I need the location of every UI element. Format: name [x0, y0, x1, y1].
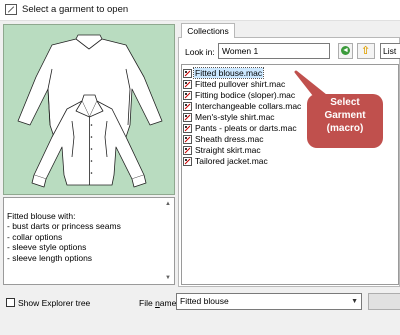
macro-file-icon — [183, 124, 192, 134]
scroll-up-arrow-icon[interactable]: ▲ — [163, 199, 173, 209]
up-folder-icon: ⇧ — [361, 45, 371, 57]
up-folder-button[interactable]: ⇧ — [357, 43, 375, 59]
chevron-down-icon[interactable]: ▼ — [351, 294, 358, 309]
go-back-button[interactable]: ◄ — [338, 43, 353, 59]
garment-description: Fitted blouse with: - bust darts or prin… — [3, 197, 175, 285]
macro-file-icon — [183, 102, 192, 112]
macro-file-icon — [183, 91, 192, 101]
list-item[interactable]: Sheath dress.mac — [183, 134, 265, 145]
file-name-label: File name: — [139, 298, 179, 308]
app-icon — [5, 4, 17, 15]
macro-file-icon — [183, 157, 192, 167]
open-button[interactable] — [368, 293, 400, 310]
callout-line-3: (macro) — [326, 123, 364, 134]
macro-file-icon — [183, 113, 192, 123]
window-title: Select a garment to open — [22, 4, 129, 15]
list-item[interactable]: Men's-style shirt.mac — [183, 112, 276, 123]
file-name-value: Fitted blouse — [180, 296, 229, 306]
callout-line-1: Select — [330, 97, 360, 108]
list-item[interactable]: Fitted pullover shirt.mac — [183, 79, 286, 90]
macro-file-icon — [183, 146, 192, 156]
list-item[interactable]: Interchangeable collars.mac — [183, 101, 302, 112]
view-mode-select[interactable]: List — [380, 43, 400, 59]
garment-preview — [3, 24, 175, 195]
list-item[interactable]: Pants - pleats or darts.mac — [183, 123, 298, 134]
look-in-field[interactable]: Women 1 — [218, 43, 330, 59]
look-in-label: Look in: — [185, 47, 215, 57]
description-text: Fitted blouse with: - bust darts or prin… — [7, 210, 121, 263]
macro-file-icon — [183, 135, 192, 145]
list-item[interactable]: Fitted blouse.mac — [183, 67, 265, 80]
macro-file-icon — [183, 69, 192, 79]
title-bar: Select a garment to open — [0, 0, 400, 21]
blouse-sketch — [17, 34, 163, 188]
tab-collections[interactable]: Collections — [181, 23, 235, 38]
list-item[interactable]: Straight skirt.mac — [183, 145, 262, 156]
show-explorer-label: Show Explorer tree — [18, 298, 91, 308]
back-arrow-icon: ◄ — [341, 46, 350, 55]
callout-line-2: Garment — [324, 110, 366, 121]
file-name-field[interactable]: Fitted blouse ▼ — [176, 293, 362, 310]
list-item[interactable]: Fitting bodice (sloper).mac — [183, 90, 296, 101]
list-item[interactable]: Tailored jacket.mac — [183, 156, 269, 167]
annotation-callout: Select Garment (macro) — [307, 94, 383, 148]
show-explorer-checkbox[interactable] — [6, 298, 15, 307]
scroll-down-arrow-icon[interactable]: ▼ — [163, 273, 173, 283]
macro-file-icon — [183, 80, 192, 90]
